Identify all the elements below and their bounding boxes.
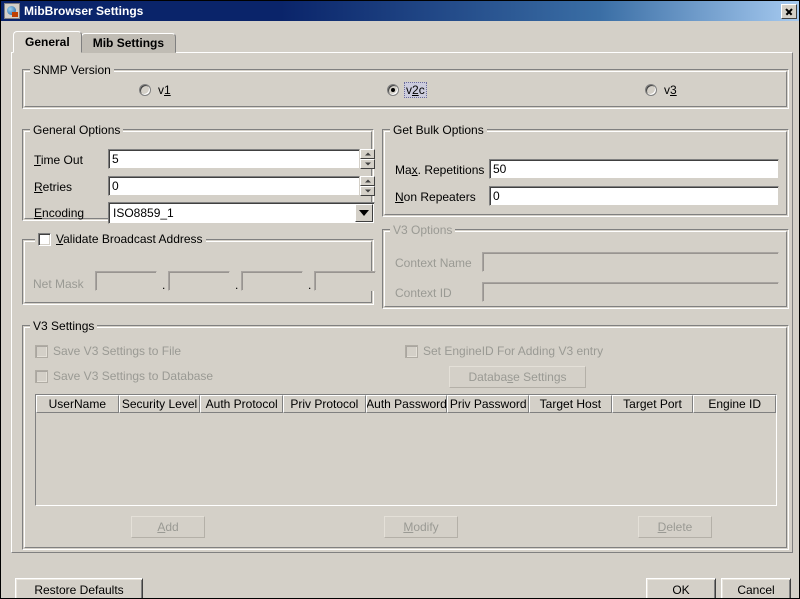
chevron-down-icon[interactable]: [355, 204, 373, 222]
column-header-target-port[interactable]: Target Port: [611, 395, 694, 413]
validate-broadcast-checkbox[interactable]: Validate Broadcast Address: [35, 232, 206, 246]
column-header-target-host[interactable]: Target Host: [529, 395, 612, 413]
delete-button[interactable]: Delete: [638, 516, 712, 538]
set-engineid-label: Set EngineID For Adding V3 entry: [423, 344, 604, 358]
timeout-stepper-up[interactable]: [360, 149, 375, 159]
modify-button[interactable]: Modify: [384, 516, 458, 538]
retries-stepper[interactable]: [360, 176, 375, 196]
retries-label: Retries: [34, 180, 73, 194]
netmask-octet-4[interactable]: [314, 271, 376, 291]
timeout-label: Time Out: [34, 153, 83, 167]
mibbrowser-settings-dialog: MibBrowser Settings General Mib Settings…: [0, 0, 800, 599]
title-bar: MibBrowser Settings: [1, 1, 799, 21]
general-tab-panel: SNMP Version v1 v2c v3 General Options T…: [11, 52, 793, 553]
save-v3-to-database-checkbox-box: [35, 369, 48, 383]
mibbrowser-icon: [4, 3, 20, 19]
encoding-combobox[interactable]: ISO8859_1: [108, 202, 375, 224]
column-header-priv-password[interactable]: Priv Password: [447, 395, 530, 413]
save-v3-to-database-label: Save V3 Settings to Database: [53, 369, 214, 383]
radio-v1-label: v1: [158, 83, 171, 97]
radio-snmp-v1[interactable]: v1: [139, 82, 173, 98]
validate-broadcast-checkbox-box: [38, 232, 51, 246]
netmask-separator-3: .: [308, 278, 312, 292]
radio-v2c-label: v2c: [404, 82, 427, 98]
context-id-input[interactable]: [482, 282, 779, 302]
netmask-separator-1: .: [162, 278, 166, 292]
column-header-security-level[interactable]: Security Level: [118, 395, 201, 413]
get-bulk-options-group-title: Get Bulk Options: [390, 123, 487, 137]
save-v3-to-file-checkbox[interactable]: Save V3 Settings to File: [35, 344, 181, 358]
window-title: MibBrowser Settings: [24, 4, 144, 18]
dialog-content: General Mib Settings SNMP Version v1 v2c: [1, 21, 799, 598]
netmask-octet-2[interactable]: [168, 271, 230, 291]
set-engineid-checkbox-box: [405, 344, 418, 358]
v3-table-body[interactable]: [36, 413, 776, 505]
non-repeaters-input[interactable]: 0: [489, 186, 779, 206]
encoding-label: Encoding: [34, 206, 85, 220]
general-options-group: General Options Time Out 5 Retries 0 Enc…: [22, 123, 375, 224]
retries-input[interactable]: 0: [108, 176, 360, 196]
set-engineid-checkbox[interactable]: Set EngineID For Adding V3 entry: [405, 344, 603, 358]
tab-general[interactable]: General: [13, 31, 82, 53]
v3-settings-group: V3 Settings Save V3 Settings to File Sav…: [22, 319, 789, 550]
cancel-button[interactable]: Cancel: [721, 578, 791, 598]
v3-settings-group-title: V3 Settings: [30, 319, 98, 333]
restore-defaults-button[interactable]: Restore Defaults: [15, 578, 143, 598]
netmask-octet-1[interactable]: [95, 271, 157, 291]
column-header-priv-protocol[interactable]: Priv Protocol: [283, 395, 366, 413]
close-icon[interactable]: [781, 3, 797, 19]
max-repetitions-input[interactable]: 50: [489, 159, 779, 179]
column-header-username[interactable]: UserName: [36, 395, 119, 413]
radio-snmp-v2c[interactable]: v2c: [387, 82, 427, 98]
radio-snmp-v3[interactable]: v3: [645, 82, 679, 98]
max-repetitions-label: Max. Repetitions: [395, 163, 485, 177]
context-name-label: Context Name: [395, 256, 472, 270]
radio-v1-indicator: [139, 84, 151, 96]
add-button[interactable]: Add: [131, 516, 205, 538]
encoding-value: ISO8859_1: [113, 206, 174, 220]
save-v3-to-file-label: Save V3 Settings to File: [53, 344, 182, 358]
context-id-label: Context ID: [395, 286, 452, 300]
v3-options-group-title: V3 Options: [390, 223, 456, 237]
column-header-engine-id[interactable]: Engine ID: [693, 395, 776, 413]
save-v3-to-file-checkbox-box: [35, 344, 48, 358]
validate-broadcast-group: Validate Broadcast Address Net Mask . . …: [22, 232, 376, 305]
radio-v2c-indicator: [387, 84, 399, 96]
save-v3-to-database-checkbox[interactable]: Save V3 Settings to Database: [35, 369, 213, 383]
non-repeaters-label: Non Repeaters: [395, 190, 476, 204]
ok-button[interactable]: OK: [646, 578, 716, 598]
radio-v3-label: v3: [664, 83, 677, 97]
timeout-stepper-down[interactable]: [360, 159, 375, 169]
general-options-group-title: General Options: [30, 123, 124, 137]
tab-strip: General Mib Settings: [13, 31, 177, 53]
v3-options-group: V3 Options Context Name Context ID: [382, 223, 789, 309]
snmp-version-group-title: SNMP Version: [30, 63, 114, 77]
snmp-version-group: SNMP Version v1 v2c v3: [22, 63, 789, 109]
timeout-input[interactable]: 5: [108, 149, 360, 169]
netmask-label: Net Mask: [33, 277, 84, 291]
timeout-stepper[interactable]: [360, 149, 375, 169]
context-name-input[interactable]: [482, 252, 779, 272]
retries-stepper-down[interactable]: [360, 186, 375, 196]
retries-stepper-up[interactable]: [360, 176, 375, 186]
netmask-octet-3[interactable]: [241, 271, 303, 291]
v3-table-header: UserName Security Level Auth Protocol Pr…: [36, 395, 776, 413]
database-settings-button[interactable]: Databa s e Settings: [449, 366, 586, 388]
validate-broadcast-label: Validate Broadcast Address: [56, 232, 203, 246]
column-header-auth-password[interactable]: Auth Password: [365, 395, 448, 413]
v3-users-table: UserName Security Level Auth Protocol Pr…: [35, 394, 777, 506]
radio-v3-indicator: [645, 84, 657, 96]
get-bulk-options-group: Get Bulk Options Max. Repetitions 50 Non…: [382, 123, 789, 217]
column-header-auth-protocol[interactable]: Auth Protocol: [200, 395, 283, 413]
tab-mib-settings[interactable]: Mib Settings: [80, 33, 177, 53]
netmask-separator-2: .: [235, 278, 239, 292]
